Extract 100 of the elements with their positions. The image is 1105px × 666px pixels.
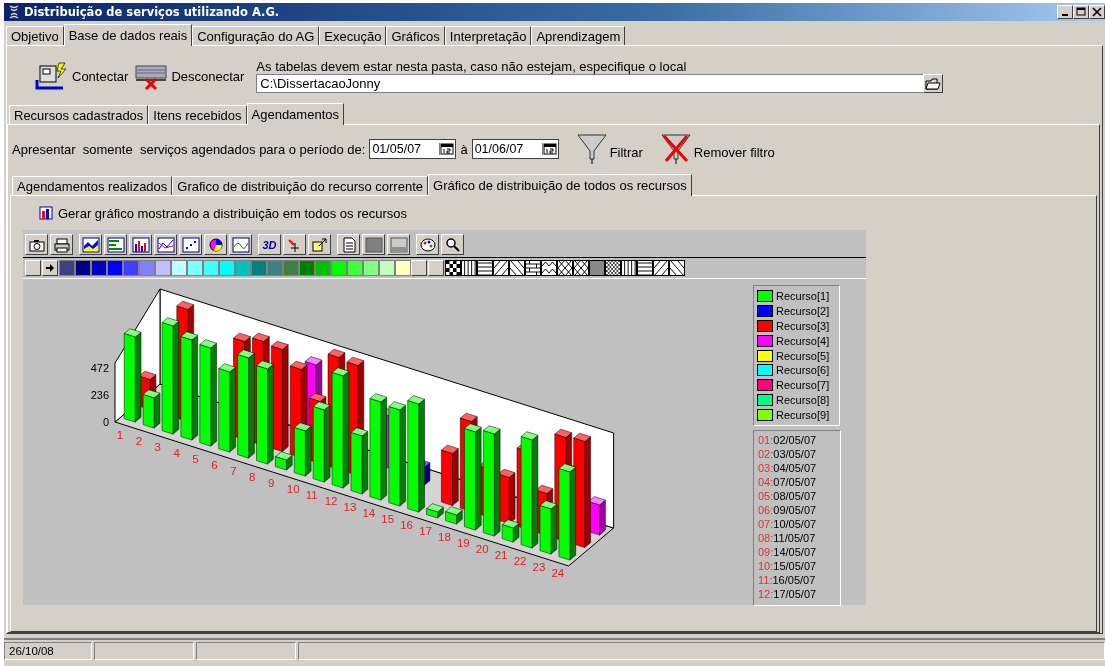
export-button[interactable] xyxy=(308,234,331,255)
color-swatch[interactable] xyxy=(395,260,411,276)
line-chart-button[interactable] xyxy=(154,234,177,255)
tab[interactable]: Itens recebidos xyxy=(148,105,247,124)
folder-path-field[interactable]: C:\DissertacaoJonny xyxy=(256,74,924,93)
color-swatch[interactable] xyxy=(379,260,395,276)
area-chart-button[interactable] xyxy=(79,234,102,255)
browse-folder-button[interactable] xyxy=(923,74,944,93)
color-swatch[interactable] xyxy=(171,260,187,276)
date-value: 17/05/07 xyxy=(773,588,817,603)
pattern-swatch[interactable] xyxy=(605,260,621,276)
legend-label: Recurso[2] xyxy=(776,305,830,318)
search-button[interactable] xyxy=(441,234,464,255)
filled-square-button[interactable] xyxy=(362,234,385,255)
tab[interactable]: Configuração do AG xyxy=(192,26,320,45)
date-index: 08: xyxy=(758,532,774,547)
pattern-swatch[interactable] xyxy=(573,260,589,276)
arrow-button[interactable] xyxy=(42,260,58,276)
color-swatch[interactable] xyxy=(139,260,155,276)
date-value: 04/05/07 xyxy=(773,462,817,477)
3d-button[interactable]: 3D xyxy=(258,234,281,255)
color-swatch[interactable] xyxy=(363,260,379,276)
date-index: 12: xyxy=(758,588,774,603)
pattern-swatch[interactable] xyxy=(653,260,669,276)
printer-button[interactable] xyxy=(50,234,73,255)
tab[interactable]: Agendamentos xyxy=(246,103,344,125)
color-swatch[interactable] xyxy=(283,260,299,276)
pattern-swatch[interactable] xyxy=(525,260,541,276)
pattern-swatch[interactable] xyxy=(461,260,477,276)
calendar-icon[interactable] xyxy=(541,143,557,155)
color-swatch[interactable] xyxy=(251,260,267,276)
palette-button[interactable] xyxy=(416,234,439,255)
camera-button[interactable] xyxy=(25,234,48,255)
pattern-swatch[interactable] xyxy=(637,260,653,276)
color-swatch[interactable] xyxy=(187,260,203,276)
generate-chart-button[interactable]: Gerar gráfico mostrando a distribuição em todos os recursos xyxy=(39,204,1096,222)
pattern-swatch[interactable] xyxy=(541,260,557,276)
grid-lines-button[interactable] xyxy=(387,234,410,255)
tab[interactable]: Gráficos xyxy=(386,26,445,45)
x-axis-label: 2 xyxy=(135,434,143,447)
minimize-button[interactable] xyxy=(1057,5,1073,19)
pattern-swatch[interactable] xyxy=(557,260,573,276)
color-swatch[interactable] xyxy=(91,260,107,276)
end-date-field[interactable]: 01/06/07 xyxy=(471,139,559,159)
pattern-swatch[interactable] xyxy=(493,260,509,276)
connect-button[interactable]: Contectar xyxy=(35,62,129,90)
tab[interactable]: Base de dados reais xyxy=(63,24,193,46)
tab[interactable]: Gráfico de distribuição de todos os recursos xyxy=(428,174,692,196)
folder-icon xyxy=(925,76,942,91)
color-swatch[interactable] xyxy=(59,260,75,276)
date-value: 08/05/07 xyxy=(773,490,817,505)
color-swatch[interactable] xyxy=(235,260,251,276)
pattern-swatch[interactable] xyxy=(621,260,637,276)
color-swatch[interactable] xyxy=(331,260,347,276)
horizontal-bar-chart-button[interactable] xyxy=(104,234,127,255)
color-swatch[interactable] xyxy=(155,260,171,276)
color-swatch[interactable] xyxy=(347,260,363,276)
color-swatch[interactable] xyxy=(123,260,139,276)
marker-button[interactable] xyxy=(283,234,306,255)
date-index: 11: xyxy=(758,574,773,589)
color-swatch[interactable] xyxy=(219,260,235,276)
document-button[interactable] xyxy=(337,234,360,255)
color-swatch[interactable] xyxy=(203,260,219,276)
line-chart-button[interactable] xyxy=(229,234,252,255)
blank-swatch[interactable] xyxy=(428,260,444,276)
scatter-chart-button[interactable] xyxy=(179,234,202,255)
pattern-swatch[interactable] xyxy=(589,260,605,276)
start-date-field[interactable]: 01/05/07 xyxy=(369,139,457,159)
color-swatch[interactable] xyxy=(267,260,283,276)
pattern-swatch[interactable] xyxy=(477,260,493,276)
calendar-icon[interactable] xyxy=(439,143,455,155)
x-axis-label: 7 xyxy=(230,464,237,477)
pattern-swatch[interactable] xyxy=(509,260,525,276)
tab[interactable]: Agendamentos realizados xyxy=(12,176,173,195)
tab[interactable]: Objetivo xyxy=(6,26,64,45)
pattern-swatch[interactable] xyxy=(669,260,685,276)
blank-swatch[interactable] xyxy=(25,260,41,276)
close-button[interactable] xyxy=(1089,5,1105,19)
filter-button[interactable]: Filtrar xyxy=(576,133,643,165)
maximize-button[interactable] xyxy=(1073,5,1089,19)
color-swatch[interactable] xyxy=(299,260,315,276)
disconnect-button[interactable]: Desconectar xyxy=(134,62,245,90)
window-title: Distribuição de serviços utilizando A.G. xyxy=(24,5,280,19)
date-value: 14/05/07 xyxy=(773,546,817,561)
x-axis-label: 24 xyxy=(551,566,565,579)
pattern-swatch[interactable] xyxy=(445,260,461,276)
tab[interactable]: Aprendizagem xyxy=(531,26,626,45)
color-swatch[interactable] xyxy=(315,260,331,276)
blank-swatch[interactable] xyxy=(411,260,427,276)
tab[interactable]: Interpretação xyxy=(444,26,532,45)
color-swatch[interactable] xyxy=(107,260,123,276)
x-axis-label: 14 xyxy=(362,506,376,519)
pie-chart-button[interactable] xyxy=(204,234,227,255)
remove-filter-button[interactable]: Remover filtro xyxy=(660,133,775,165)
tab[interactable]: Grafico de distribuição do recurso corrente xyxy=(172,176,428,195)
color-swatch[interactable] xyxy=(75,260,91,276)
bar-chart-button[interactable] xyxy=(129,234,152,255)
tab[interactable]: Execução xyxy=(319,26,387,45)
tab[interactable]: Recursos cadastrados xyxy=(9,105,149,124)
line-chart-icon xyxy=(156,236,175,253)
